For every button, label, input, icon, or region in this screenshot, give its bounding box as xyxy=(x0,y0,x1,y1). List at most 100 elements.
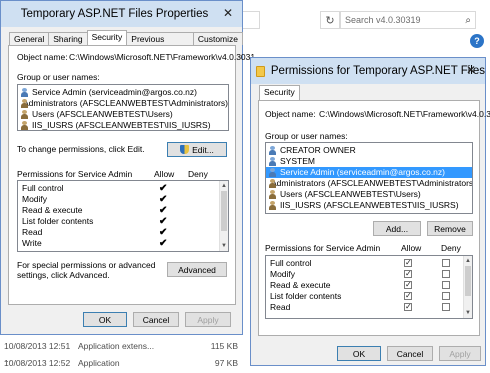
group-label: Group or user names: xyxy=(17,72,100,82)
permissions-scrollbar[interactable]: ▲ ▼ xyxy=(219,181,228,251)
permission-name: Read xyxy=(22,227,43,237)
allow-check-icon: ✔ xyxy=(159,183,168,194)
allow-checkbox[interactable]: ✓ xyxy=(404,303,412,311)
tab-previous-versions[interactable]: Previous Versions xyxy=(126,32,194,53)
permission-name: Full control xyxy=(22,183,64,193)
tab-security[interactable]: Security xyxy=(86,30,128,45)
user-list[interactable]: Service Admin (serviceadmin@argos.co.nz)… xyxy=(17,84,229,131)
scroll-down-icon[interactable]: ▼ xyxy=(464,308,472,318)
file-date: 10/08/2013 12:51 ... xyxy=(4,341,71,364)
tab-customize[interactable]: Customize xyxy=(192,32,243,45)
allow-checkbox[interactable]: ✓ xyxy=(404,281,412,289)
remove-button[interactable]: Remove xyxy=(427,221,473,236)
permission-row: Write ✔ xyxy=(18,238,228,249)
shield-icon xyxy=(180,145,190,154)
edit-button[interactable]: Edit... xyxy=(167,142,227,157)
permissions-titlebar[interactable]: Permissions for Temporary ASP.NET Files … xyxy=(251,58,485,84)
user-list-item[interactable]: IIS_IUSRS (AFSCLEANWEBTEST\IIS_IUSRS) xyxy=(266,200,472,211)
permission-row: Modify ✔ xyxy=(18,194,228,205)
user-list-item[interactable]: CREATOR OWNER xyxy=(266,145,472,156)
close-icon[interactable]: ✕ xyxy=(220,6,236,20)
allow-check-icon: ✔ xyxy=(159,205,168,216)
properties-tabs: General Sharing Security Previous Versio… xyxy=(9,30,243,53)
user-name: Service Admin (serviceadmin@argos.co.nz) xyxy=(32,87,197,97)
user-list-item[interactable]: Users (AFSCLEANWEBTEST\Users) xyxy=(18,109,228,120)
add-button[interactable]: Add... xyxy=(373,221,421,236)
allow-check-icon: ✔ xyxy=(159,227,168,238)
file-row[interactable]: 10/08/2013 12:52 ... Application 97 KB xyxy=(0,357,250,373)
user-list-item[interactable]: IIS_IUSRS (AFSCLEANWEBTEST\IIS_IUSRS) xyxy=(18,120,228,130)
help-icon[interactable]: ? xyxy=(470,34,484,48)
deny-checkbox[interactable] xyxy=(442,303,450,311)
ok-button[interactable]: OK xyxy=(83,312,127,327)
scroll-up-icon[interactable]: ▲ xyxy=(464,256,472,266)
permissions-label: Permissions for Service Admin xyxy=(17,169,133,179)
tab-sharing[interactable]: Sharing xyxy=(48,32,88,45)
file-list: 10/08/2013 12:51 ... Application extens.… xyxy=(0,340,250,373)
user-list-item-selected[interactable]: Service Admin (serviceadmin@argos.co.nz) xyxy=(266,167,472,178)
apply-button[interactable]: Apply xyxy=(185,312,231,327)
allow-check-icon: ✔ xyxy=(159,238,168,249)
file-type: Application extens... xyxy=(78,341,155,351)
permission-name: Full control xyxy=(270,258,312,268)
user-icon xyxy=(20,88,29,97)
allow-checkbox[interactable]: ✓ xyxy=(404,259,412,267)
group-icon xyxy=(268,201,277,210)
permission-row: List folder contents ✔ xyxy=(18,216,228,227)
group-icon xyxy=(20,110,29,119)
scroll-up-icon[interactable]: ▲ xyxy=(220,181,228,191)
permission-row: Full control ✔ xyxy=(18,183,228,194)
permission-name: List folder contents xyxy=(270,291,342,301)
file-size: 115 KB xyxy=(210,341,238,351)
object-name-value: C:\Windows\Microsoft.NET\Framework\v4.0.… xyxy=(319,109,490,119)
cancel-button[interactable]: Cancel xyxy=(133,312,179,327)
user-list[interactable]: CREATOR OWNER SYSTEM Service Admin (serv… xyxy=(265,142,473,214)
deny-header: Deny xyxy=(188,169,208,179)
ok-button[interactable]: OK xyxy=(337,346,381,361)
scroll-thumb[interactable] xyxy=(221,191,227,231)
advanced-button[interactable]: Advanced xyxy=(167,262,227,277)
permissions-label: Permissions for Service Admin xyxy=(265,243,381,253)
refresh-icon[interactable]: ↻ xyxy=(320,11,340,29)
allow-header: Allow xyxy=(401,243,422,253)
permissions-list: Full control ✓ Modify ✓ Read & execute ✓ Li… xyxy=(265,255,473,319)
search-placeholder: Search v4.0.30319 xyxy=(345,15,421,25)
group-icon xyxy=(268,190,277,199)
search-box[interactable]: Search v4.0.30319 ⌕ xyxy=(340,11,476,29)
user-list-item[interactable]: SYSTEM xyxy=(266,156,472,167)
scroll-thumb[interactable] xyxy=(465,266,471,296)
tab-general[interactable]: General xyxy=(9,32,50,45)
deny-checkbox[interactable] xyxy=(442,281,450,289)
user-name: IIS_IUSRS (AFSCLEANWEBTEST\IIS_IUSRS) xyxy=(280,200,459,210)
permission-name: Read xyxy=(270,302,291,312)
allow-check-icon: ✔ xyxy=(159,216,168,227)
permissions-panel: Object name: C:\Windows\Microsoft.NET\Fr… xyxy=(258,100,490,336)
properties-title: Temporary ASP.NET Files Properties xyxy=(20,8,209,20)
permission-row: Read & execute ✓ xyxy=(266,280,472,291)
cancel-button[interactable]: Cancel xyxy=(387,346,433,361)
allow-checkbox[interactable]: ✓ xyxy=(404,270,412,278)
permission-row: Read ✔ xyxy=(18,227,228,238)
user-list-item[interactable]: Administrators (AFSCLEANWEBTEST\Administ… xyxy=(18,98,228,109)
properties-dialog: Temporary ASP.NET Files Properties ✕ Gen… xyxy=(0,0,255,335)
object-name-label: Object name: xyxy=(265,109,316,119)
user-list-item[interactable]: Service Admin (serviceadmin@argos.co.nz) xyxy=(18,87,228,98)
permission-name: List folder contents xyxy=(22,216,94,226)
permissions-scrollbar[interactable]: ▲ ▼ xyxy=(463,256,472,318)
file-row[interactable]: 10/08/2013 12:51 ... Application extens.… xyxy=(0,340,250,364)
user-list-item[interactable]: Administrators (AFSCLEANWEBTEST\Administ… xyxy=(266,178,472,189)
tab-security[interactable]: Security xyxy=(259,85,300,100)
scroll-down-icon[interactable]: ▼ xyxy=(220,241,228,251)
apply-button[interactable]: Apply xyxy=(439,346,481,361)
deny-checkbox[interactable] xyxy=(442,292,450,300)
properties-titlebar[interactable]: Temporary ASP.NET Files Properties ✕ xyxy=(1,1,242,27)
allow-checkbox[interactable]: ✓ xyxy=(404,292,412,300)
file-size: 97 KB xyxy=(214,358,238,368)
deny-checkbox[interactable] xyxy=(442,270,450,278)
permission-row: Full control ✓ xyxy=(266,258,472,269)
deny-checkbox[interactable] xyxy=(442,259,450,267)
user-list-item[interactable]: Users (AFSCLEANWEBTEST\Users) xyxy=(266,189,472,200)
close-icon[interactable]: ✕ xyxy=(463,63,479,77)
user-name: Administrators (AFSCLEANWEBTEST\Administ… xyxy=(23,98,228,108)
deny-header: Deny xyxy=(441,243,461,253)
